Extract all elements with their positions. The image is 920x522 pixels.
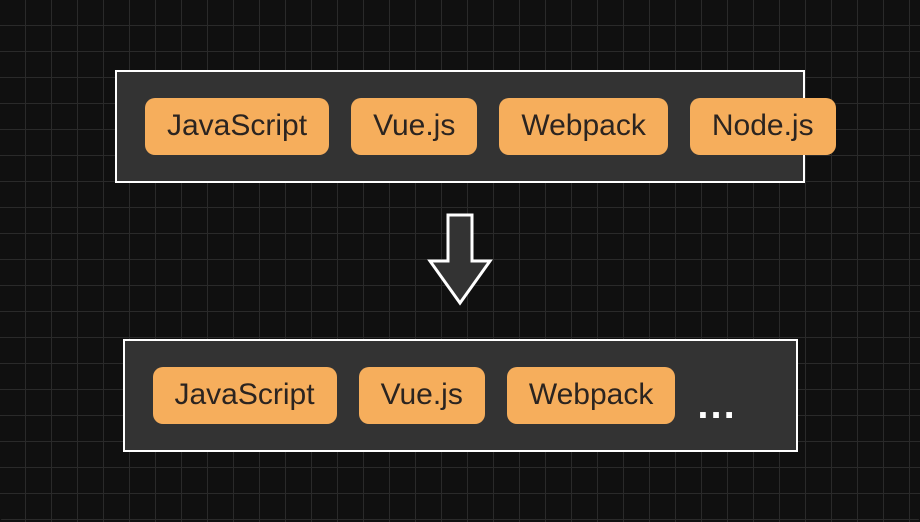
tag-item: JavaScript bbox=[153, 367, 337, 424]
arrow-down-icon bbox=[424, 211, 496, 311]
top-tag-panel: JavaScript Vue.js Webpack Node.js bbox=[115, 70, 805, 183]
tag-item: Node.js bbox=[690, 98, 836, 155]
tag-item: Webpack bbox=[507, 367, 676, 424]
tag-item: Vue.js bbox=[351, 98, 477, 155]
tag-item: Webpack bbox=[499, 98, 668, 155]
diagram-stage: JavaScript Vue.js Webpack Node.js JavaSc… bbox=[0, 0, 920, 522]
bottom-tag-panel: JavaScript Vue.js Webpack ... bbox=[123, 339, 798, 452]
tag-item: JavaScript bbox=[145, 98, 329, 155]
tag-item: Vue.js bbox=[359, 367, 485, 424]
overflow-ellipsis: ... bbox=[697, 377, 736, 415]
